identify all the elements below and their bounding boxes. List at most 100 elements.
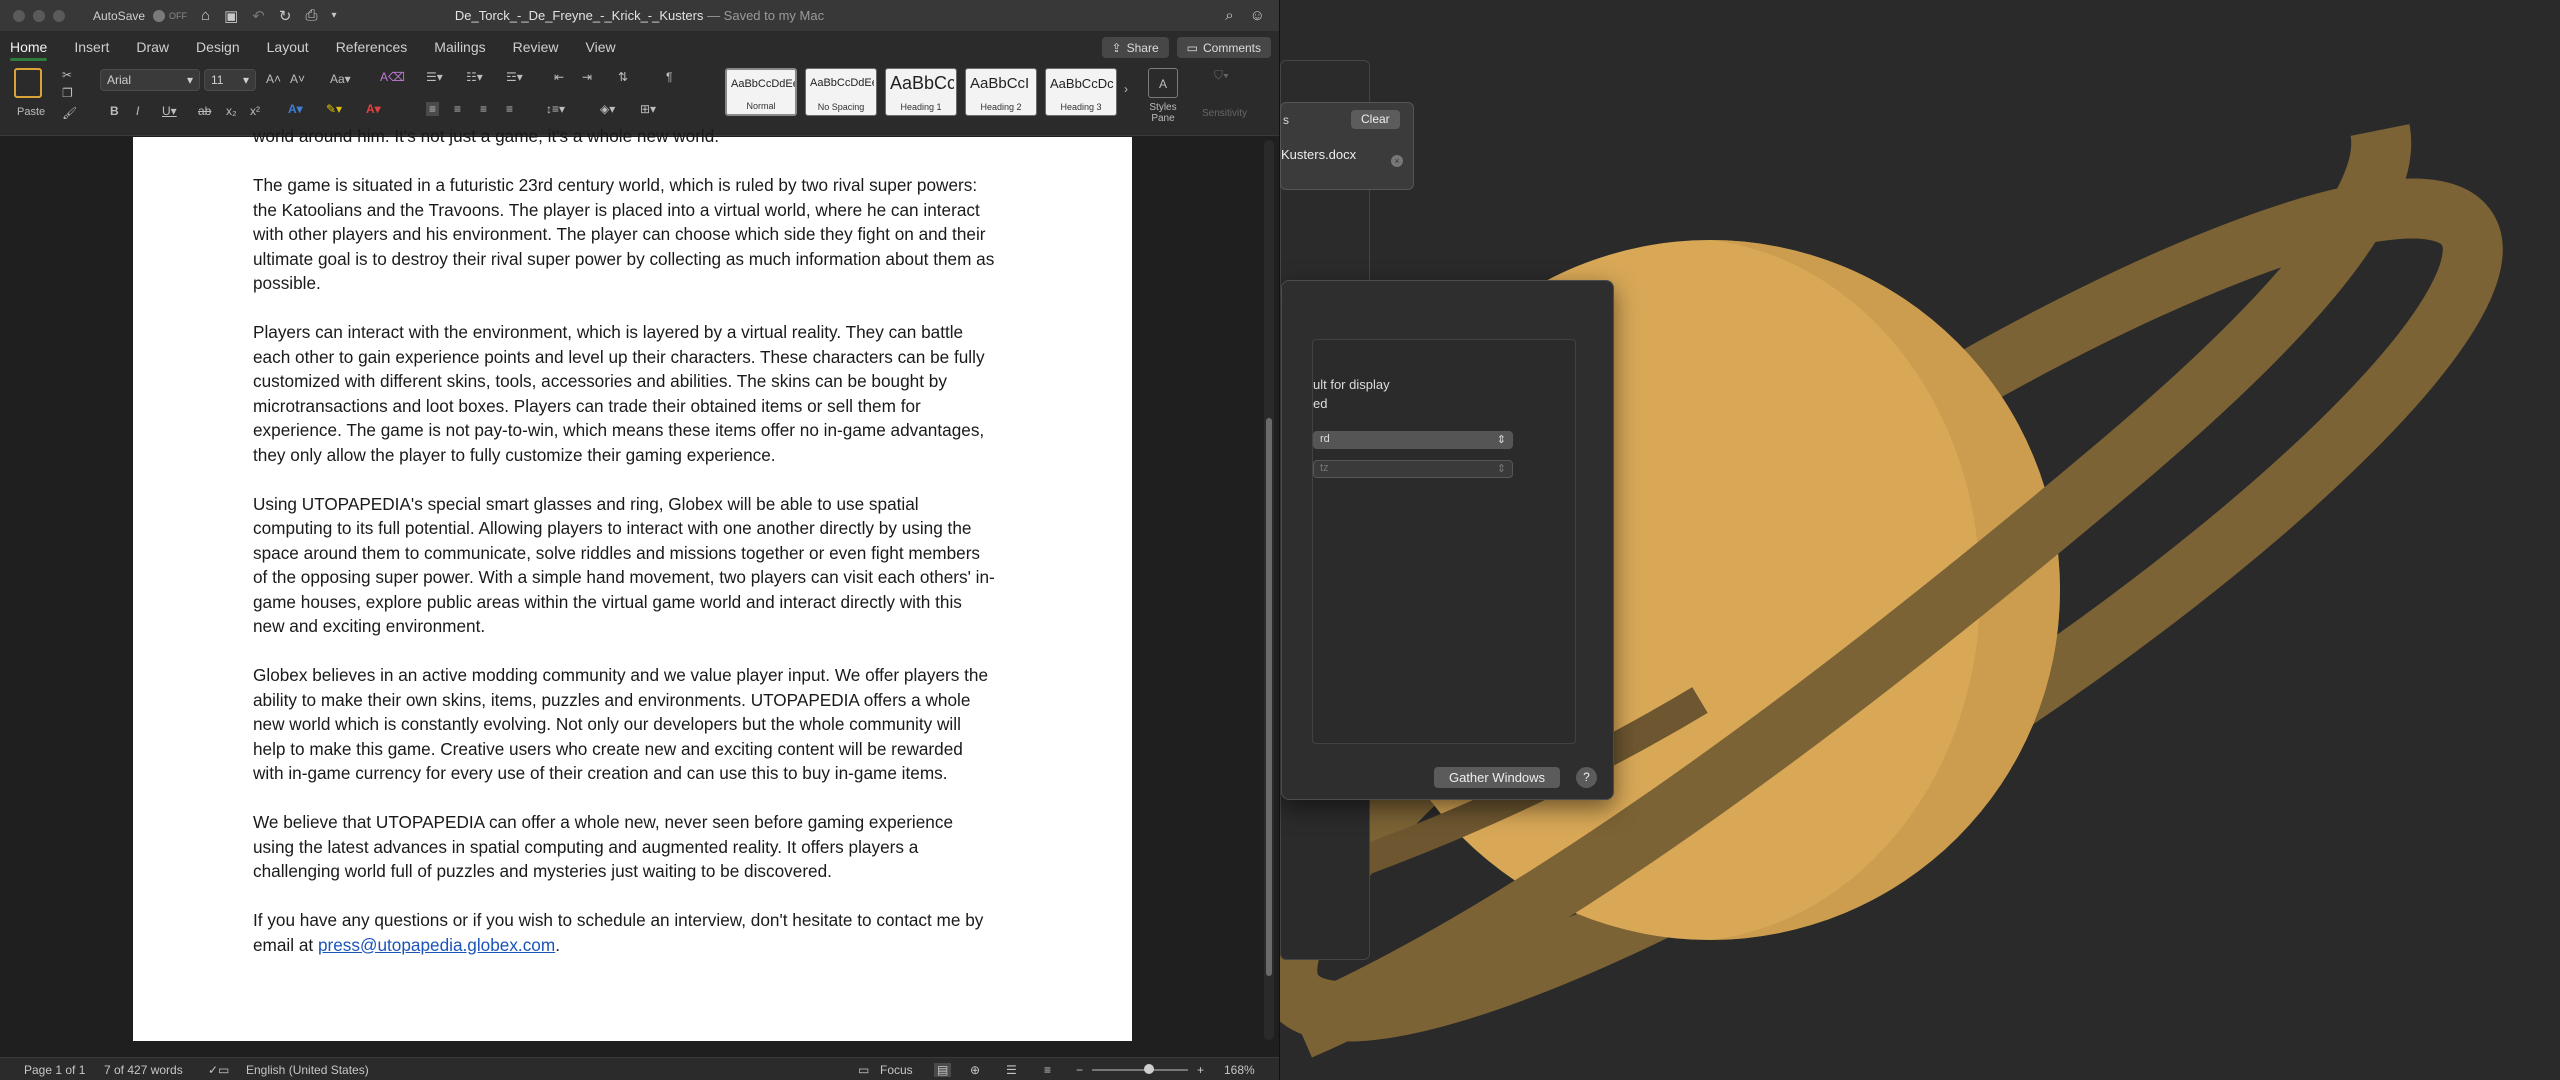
zoom-slider-thumb[interactable] [1144, 1064, 1154, 1074]
paste-icon[interactable] [14, 68, 42, 98]
paragraph[interactable]: Players can interact with the environmen… [253, 320, 995, 467]
borders-icon[interactable]: ⊞▾ [640, 102, 656, 116]
focus-icon[interactable]: ▭ [858, 1063, 869, 1077]
justify-icon[interactable]: ≡ [506, 102, 513, 116]
tab-home[interactable]: Home [10, 33, 48, 61]
undo-icon[interactable]: ↶ [252, 7, 265, 25]
redo-icon[interactable]: ↻ [279, 7, 292, 25]
styles-pane-label: Styles Pane [1149, 102, 1177, 124]
autosave-toggle[interactable]: OFF [153, 9, 187, 22]
zoom-window-button[interactable] [53, 9, 65, 22]
highlight-icon[interactable]: ✎▾ [326, 102, 342, 116]
format-painter-icon[interactable]: 🖌 [62, 106, 77, 120]
chevron-down-icon: ▾ [186, 73, 193, 87]
numbering-icon[interactable]: ☷▾ [466, 70, 483, 84]
tab-design[interactable]: Design [196, 33, 240, 61]
style-heading-3[interactable]: AaBbCcDc Heading 3 [1045, 68, 1117, 116]
style-heading-2[interactable]: AaBbCcI Heading 2 [965, 68, 1037, 116]
zoom-level[interactable]: 168% [1224, 1063, 1255, 1077]
paste-label: Paste [17, 106, 46, 118]
align-left-icon[interactable]: ≡ [426, 102, 440, 116]
italic-icon[interactable]: I [136, 104, 139, 118]
tab-review[interactable]: Review [513, 33, 559, 61]
change-case-icon[interactable]: Aa▾ [330, 72, 351, 86]
print-icon[interactable]: ⎙ [305, 7, 317, 24]
align-right-icon[interactable]: ≡ [480, 102, 487, 116]
feedback-smiley-icon[interactable]: ☺ [1250, 7, 1265, 24]
display-settings-dialog: ult for display ed rd ⇕ tz ⇕ Gather Window… [1281, 280, 1614, 800]
customize-toolbar-icon[interactable]: ▾ [331, 10, 336, 21]
multilevel-list-icon[interactable]: ☲▾ [506, 70, 523, 84]
shrink-font-icon[interactable]: A˅ [290, 72, 305, 86]
home-icon[interactable]: ⌂ [201, 7, 210, 24]
decrease-indent-icon[interactable]: ⇤ [554, 70, 564, 84]
grow-font-icon[interactable]: A˄ [266, 72, 281, 86]
share-button[interactable]: ⇪ Share [1101, 37, 1169, 58]
web-layout-icon[interactable]: ⊕ [970, 1063, 980, 1077]
proofing-icon[interactable]: ✓▭ [208, 1063, 229, 1077]
print-layout-icon[interactable]: ▤ [934, 1063, 952, 1077]
tab-mailings[interactable]: Mailings [434, 33, 485, 61]
gather-windows-button[interactable]: Gather Windows [1434, 767, 1560, 788]
help-button[interactable]: ? [1576, 767, 1597, 788]
email-link[interactable]: press@utopapedia.globex.com [318, 935, 555, 955]
clear-button[interactable]: Clear [1351, 110, 1400, 129]
shading-icon[interactable]: ◈▾ [600, 102, 615, 116]
font-color-icon[interactable]: A▾ [366, 102, 381, 116]
zoom-slider[interactable] [1092, 1069, 1188, 1071]
text-effects-icon[interactable]: A▾ [288, 102, 303, 116]
font-size-select[interactable]: 11 ▾ [204, 69, 256, 91]
document-title: De_Torck_-_De_Freyne_-_Krick_-_Kusters —… [454, 8, 825, 23]
superscript-icon[interactable]: x² [250, 104, 260, 118]
tab-references[interactable]: References [336, 33, 408, 61]
font-name-select[interactable]: Arial ▾ [100, 69, 200, 91]
zoom-out-icon[interactable]: − [1076, 1063, 1083, 1077]
paragraph[interactable]: world around him. It's not just a game, … [253, 124, 995, 149]
style-heading-1[interactable]: AaBbCc Heading 1 [885, 68, 957, 116]
zoom-in-icon[interactable]: + [1197, 1063, 1204, 1077]
paragraph-contact[interactable]: If you have any questions or if you wish… [253, 908, 995, 957]
remove-file-icon[interactable]: × [1391, 155, 1403, 167]
paragraph[interactable]: Globex believes in an active modding com… [253, 663, 995, 786]
bold-icon[interactable]: B [110, 104, 119, 118]
tab-draw[interactable]: Draw [136, 33, 169, 61]
style-normal[interactable]: AaBbCcDdEe Normal [725, 68, 797, 116]
language[interactable]: English (United States) [246, 1063, 369, 1077]
document-page[interactable]: world around him. It's not just a game, … [133, 126, 1132, 1041]
close-window-button[interactable] [13, 9, 25, 22]
paragraph[interactable]: Using UTOPAPEDIA's special smart glasses… [253, 492, 995, 639]
copy-icon[interactable]: ❐ [62, 86, 73, 100]
subscript-icon[interactable]: x₂ [226, 104, 237, 118]
sort-icon[interactable]: ⇅ [618, 70, 628, 84]
outline-view-icon[interactable]: ☰ [1006, 1063, 1017, 1077]
comments-button[interactable]: ▭ Comments [1176, 37, 1271, 58]
paragraph[interactable]: The game is situated in a futuristic 23r… [253, 173, 995, 296]
page-count[interactable]: Page 1 of 1 [24, 1063, 85, 1077]
paragraph[interactable]: We believe that UTOPAPEDIA can offer a w… [253, 810, 995, 884]
styles-pane-icon[interactable]: A [1148, 68, 1178, 98]
clear-formatting-icon[interactable]: A⌫ [380, 70, 405, 84]
scrollbar-thumb[interactable] [1266, 418, 1272, 976]
style-no-spacing[interactable]: AaBbCcDdEe No Spacing [805, 68, 877, 116]
show-marks-icon[interactable]: ¶ [666, 70, 672, 84]
save-icon[interactable]: ▣ [224, 7, 238, 25]
strikethrough-icon[interactable]: ab [198, 104, 211, 118]
document-body[interactable]: world around him. It's not just a game, … [253, 126, 995, 982]
focus-label[interactable]: Focus [880, 1063, 913, 1077]
line-spacing-icon[interactable]: ↕≡▾ [546, 102, 565, 116]
word-count[interactable]: 7 of 427 words [104, 1063, 183, 1077]
increase-indent-icon[interactable]: ⇥ [582, 70, 592, 84]
file-name[interactable]: Kusters.docx [1281, 147, 1356, 162]
bullets-icon[interactable]: ☰▾ [426, 70, 443, 84]
align-center-icon[interactable]: ≡ [454, 102, 461, 116]
resolution-popup[interactable]: rd ⇕ [1313, 431, 1513, 449]
cut-icon[interactable]: ✂ [62, 68, 72, 82]
draft-view-icon[interactable]: ≡ [1044, 1063, 1051, 1077]
tab-insert[interactable]: Insert [74, 33, 109, 61]
minimize-window-button[interactable] [33, 9, 45, 22]
tab-layout[interactable]: Layout [267, 33, 309, 61]
tab-view[interactable]: View [586, 33, 616, 61]
underline-icon[interactable]: U▾ [162, 104, 177, 118]
search-icon[interactable]: ⌕ [1225, 7, 1233, 24]
styles-gallery-more-icon[interactable]: › [1124, 82, 1128, 96]
